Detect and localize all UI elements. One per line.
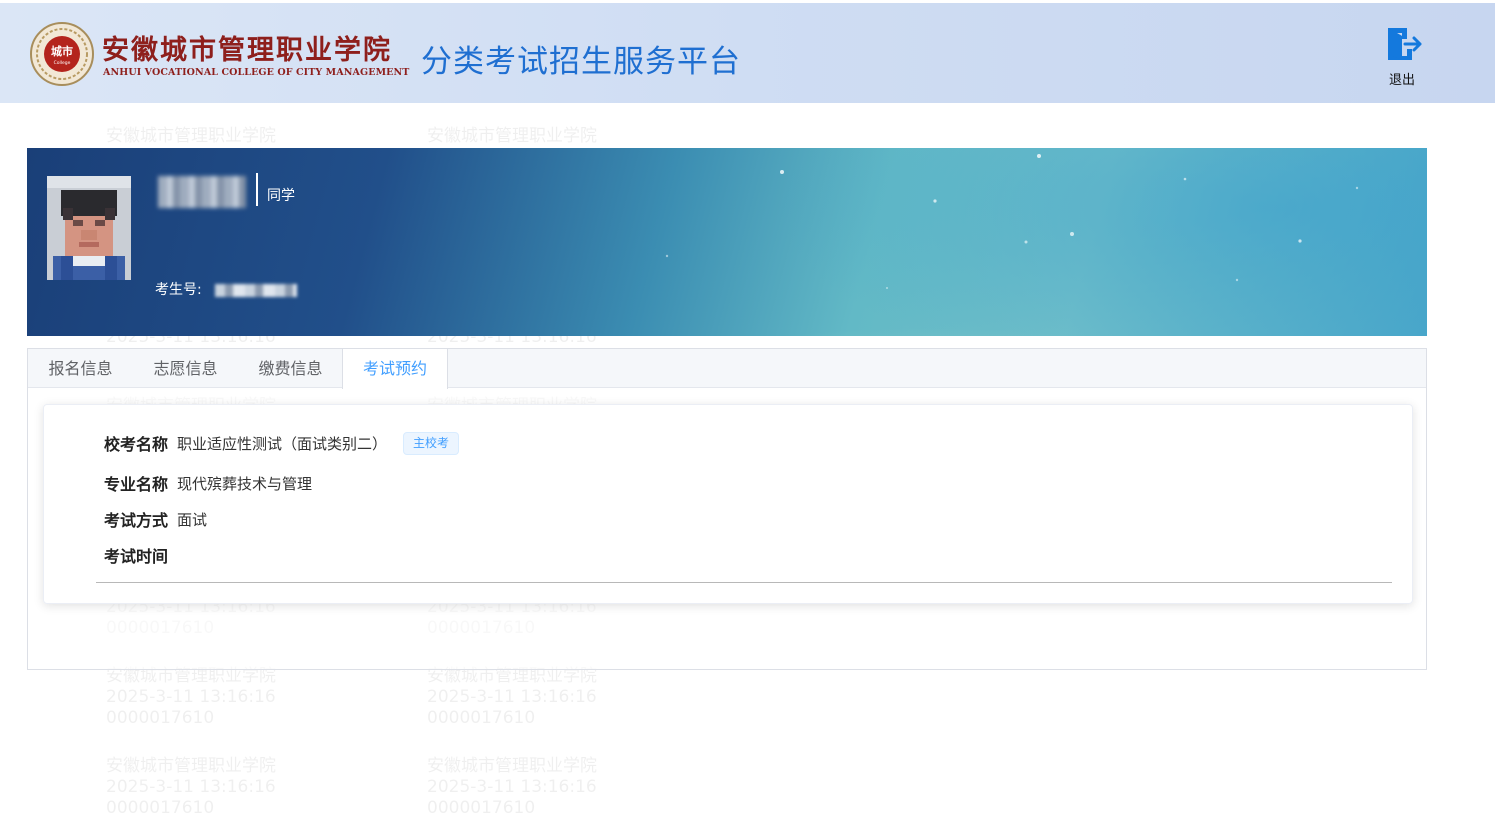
svg-text:College: College: [54, 60, 71, 66]
tab-registration-info[interactable]: 报名信息: [28, 349, 133, 388]
watermark-text: 安徽城市管理职业学院2025-3-11 13:16:160000017610: [106, 666, 276, 729]
college-name-cn: 安徽城市管理职业学院: [102, 35, 392, 66]
exam-number-label: 考生号:: [155, 282, 202, 298]
watermark-line: 0000017610: [106, 798, 215, 818]
watermark-text: 安徽城市管理职业学院2025-3-11 13:16:160000017610: [106, 756, 276, 819]
tab-exam-booking[interactable]: 考试预约: [342, 349, 448, 389]
tab-preference-info[interactable]: 志愿信息: [133, 349, 238, 388]
exam-method-label: 考试方式: [104, 511, 169, 530]
college-logo: 城市 College 安徽城市管理职业学院 ANHUI VOCATIONAL C…: [30, 22, 409, 86]
logout-label: 退出: [1388, 73, 1415, 88]
watermark-line: 安徽城市管理职业学院: [106, 126, 276, 146]
college-name-en: ANHUI VOCATIONAL COLLEGE OF CITY MANAGEM…: [103, 67, 410, 78]
college-seal-icon: 城市 College: [30, 22, 94, 86]
svg-text:城市: 城市: [51, 44, 73, 58]
watermark-line: 0000017610: [427, 798, 536, 818]
major-row: 专业名称 现代殡葬技术与管理: [104, 471, 312, 495]
exam-time-label: 考试时间: [104, 547, 169, 566]
student-suffix: 同学: [267, 188, 295, 204]
tabs-panel: 报名信息 志愿信息 缴费信息 考试预约 校考名称 职业适应性测试（面试类别二） 主校…: [27, 348, 1427, 670]
logout-button[interactable]: 退出: [1380, 27, 1424, 88]
watermark-line: 安徽城市管理职业学院: [427, 756, 597, 776]
logout-icon: [1388, 28, 1422, 60]
major-label: 专业名称: [104, 475, 169, 494]
watermark-line: 0000017610: [106, 708, 215, 728]
exam-time-row: 考试时间: [104, 543, 177, 567]
tab-payment-info[interactable]: 缴费信息: [238, 349, 343, 388]
watermark-line: 安徽城市管理职业学院: [106, 756, 276, 776]
main-campus-tag: 主校考: [403, 431, 460, 455]
exam-method-value: 面试: [177, 510, 208, 529]
major-value: 现代殡葬技术与管理: [177, 474, 313, 493]
school-exam-row: 校考名称 职业适应性测试（面试类别二） 主校考: [104, 431, 460, 455]
name-divider: [256, 173, 258, 206]
watermark-line: 2025-3-11 13:16:16: [106, 687, 276, 707]
watermark-line: 安徽城市管理职业学院: [427, 126, 597, 146]
tab-bar: 报名信息 志愿信息 缴费信息 考试预约: [28, 349, 1426, 389]
exam-number-redacted: [215, 284, 297, 297]
app-header: 城市 College 安徽城市管理职业学院 ANHUI VOCATIONAL C…: [0, 3, 1495, 103]
exam-method-row: 考试方式 面试: [104, 507, 207, 531]
watermark-line: 2025-3-11 13:16:16: [427, 687, 597, 707]
school-exam-label: 校考名称: [104, 435, 169, 454]
watermark-line: 2025-3-11 13:16:16: [427, 777, 597, 797]
watermark-line: 0000017610: [427, 708, 536, 728]
student-avatar: [47, 176, 131, 280]
card-divider: [96, 582, 1392, 583]
watermark-text: 安徽城市管理职业学院2025-3-11 13:16:160000017610: [427, 666, 597, 729]
watermark-line: 2025-3-11 13:16:16: [106, 777, 276, 797]
profile-banner: 同学 考生号:: [27, 148, 1427, 336]
exam-booking-card: 校考名称 职业适应性测试（面试类别二） 主校考 专业名称 现代殡葬技术与管理 考试方式…: [43, 404, 1413, 604]
student-name-redacted: [158, 176, 246, 208]
platform-title: 分类考试招生服务平台: [421, 44, 741, 80]
school-exam-value: 职业适应性测试（面试类别二）: [177, 434, 388, 453]
watermark-text: 安徽城市管理职业学院2025-3-11 13:16:160000017610: [427, 756, 597, 819]
